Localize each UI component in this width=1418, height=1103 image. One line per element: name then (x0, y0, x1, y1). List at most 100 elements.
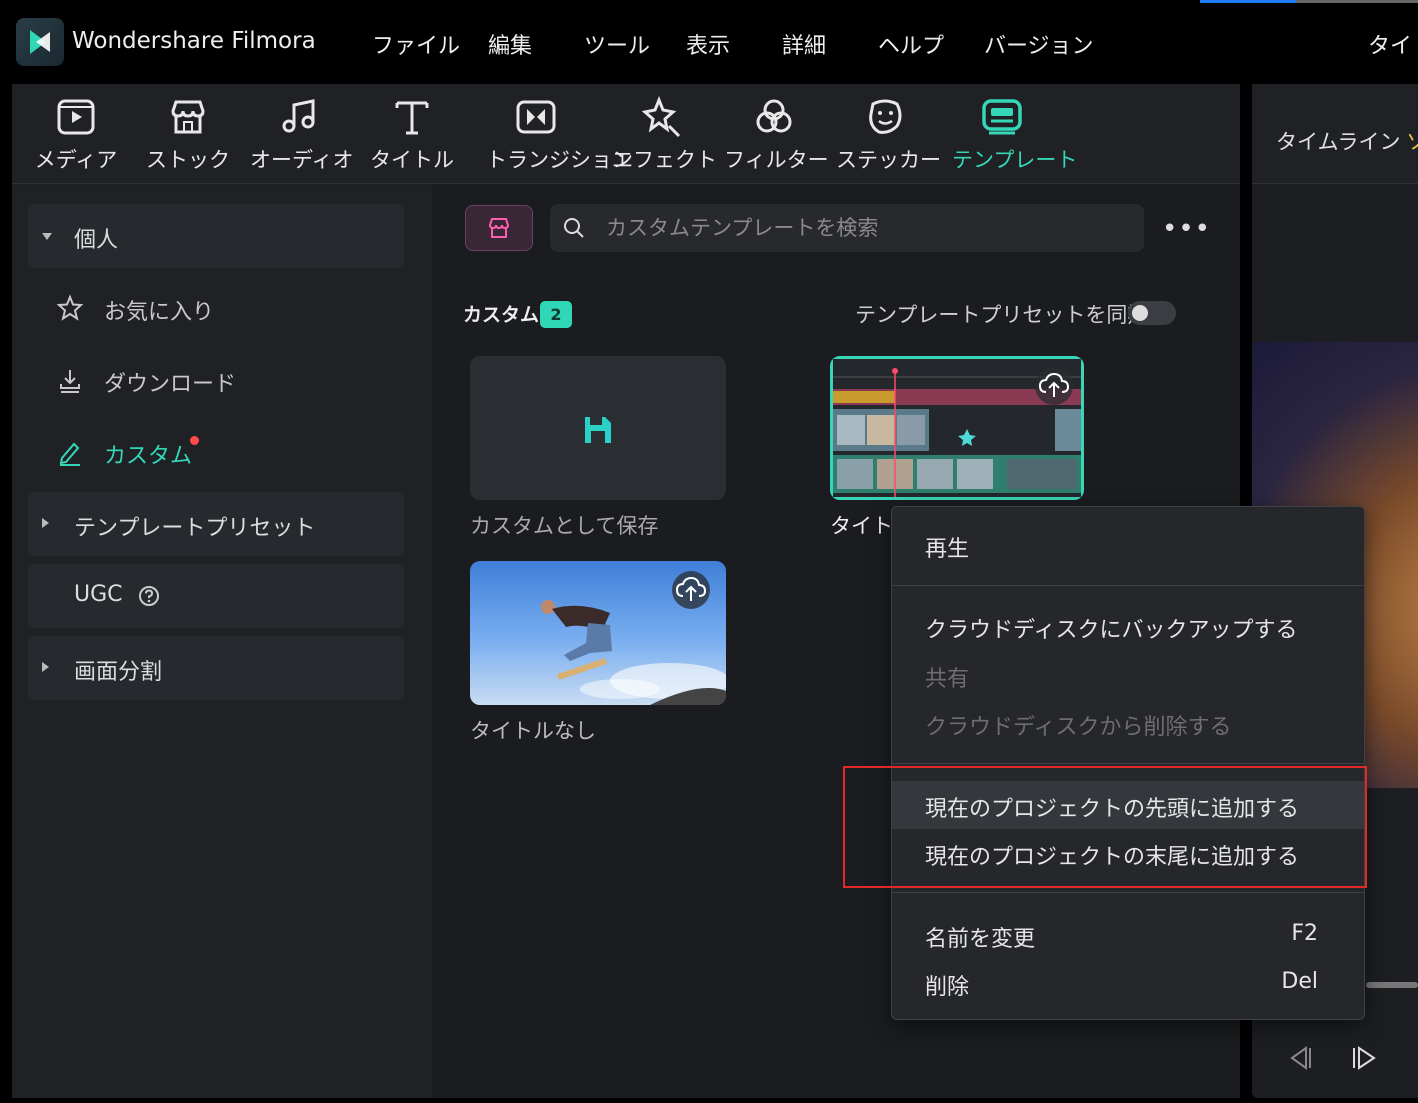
sidebar-section-label: 個人 (74, 228, 119, 253)
menu-item-label: 共有 (925, 667, 970, 692)
search-input[interactable] (606, 212, 1126, 244)
store-icon (488, 218, 510, 238)
menu-item-rename[interactable]: 名前を変更 F2 (892, 911, 1364, 959)
sidebar-section-ugc[interactable]: UGC (28, 564, 404, 628)
toolbar-stock-label: ストック (146, 148, 230, 172)
sidebar-section-personal[interactable]: 個人 (28, 204, 404, 268)
tab-timeline[interactable]: タイムライン (1276, 126, 1401, 156)
progress-scrubber[interactable] (1366, 982, 1418, 988)
save-icon (585, 417, 611, 443)
template-card-untitled[interactable] (470, 561, 726, 705)
menu-separator (892, 763, 1364, 764)
menu-item-label: 再生 (925, 537, 970, 562)
toolbar-template[interactable]: テンプレート (952, 96, 1078, 180)
menu-item-label: クラウドディスクにバックアップする (925, 618, 1298, 643)
toolbar-title[interactable]: タイトル (362, 96, 462, 180)
sidebar-section-split-screen[interactable]: 画面分割 (28, 636, 404, 700)
shortcut-label: F2 (1291, 921, 1318, 946)
toolbar-filter[interactable]: フィルター (724, 96, 829, 180)
menu-item-share: 共有 (892, 651, 1364, 699)
play-icon[interactable] (1348, 1042, 1380, 1074)
toolbar-sticker[interactable]: ステッカー (836, 96, 941, 180)
filmora-logo-icon (16, 18, 64, 66)
card-label: タイトルなし (470, 719, 596, 743)
prev-frame-icon[interactable] (1284, 1042, 1316, 1074)
toolbar-sticker-label: ステッカー (836, 148, 941, 172)
download-icon (60, 370, 80, 393)
toolbar-title-label: タイトル (370, 148, 454, 172)
star-icon (56, 294, 84, 321)
template-card-selected[interactable] (830, 356, 1084, 500)
menu-item-delete-cloud: クラウドディスクから削除する (892, 699, 1364, 747)
menu-tools[interactable]: ツール (584, 28, 650, 60)
sticker-icon (869, 99, 902, 134)
menu-separator (892, 585, 1364, 586)
menu-file[interactable]: ファイル (372, 28, 460, 60)
pencil-icon (59, 442, 80, 466)
tab-cut[interactable]: ソ (1406, 126, 1418, 156)
menu-item-label: 削除 (925, 975, 970, 1000)
toolbar-audio[interactable]: オーディオ (250, 96, 354, 180)
stock-icon (171, 100, 205, 134)
toggle-knob (1132, 305, 1148, 321)
card-label: カスタムとして保存 (470, 514, 659, 538)
audio-icon (282, 99, 315, 133)
toolbar-transition-label: トランジション (486, 148, 633, 172)
media-icon (57, 99, 95, 135)
app-name: Wondershare Filmora (72, 28, 316, 54)
context-menu: 再生 クラウドディスクにバックアップする 共有 クラウドディスクから削除する 現… (891, 506, 1365, 1020)
title-cut-text: タイト (1368, 34, 1418, 59)
menu-item-label: 名前を変更 (925, 927, 1036, 952)
top-accent-line-gray (1296, 0, 1418, 3)
sidebar-section-label: 画面分割 (74, 660, 163, 685)
menu-item-play[interactable]: 再生 (892, 521, 1364, 569)
sidebar-section-label: テンプレートプリセット (74, 516, 316, 541)
sidebar-item-label: カスタム (104, 444, 193, 469)
toolbar-filter-label: フィルター (724, 148, 829, 172)
menu-version[interactable]: バージョン (984, 28, 1094, 60)
caret-down-icon (42, 233, 52, 240)
menu-advanced[interactable]: 詳細 (782, 28, 826, 60)
sync-preset-label: テンプレートプリセットを同期 (855, 303, 1149, 327)
menu-item-backup[interactable]: クラウドディスクにバックアップする (892, 602, 1364, 650)
menu-view[interactable]: 表示 (686, 28, 730, 60)
menu-item-delete[interactable]: 削除 Del (892, 959, 1364, 1007)
toolbar-effect-label: エフェクト (612, 148, 717, 172)
sidebar-item-label: ダウンロード (104, 372, 237, 397)
top-accent-line (1200, 0, 1296, 3)
menu-help[interactable]: ヘルプ (878, 28, 944, 60)
shortcut-label: Del (1281, 969, 1318, 994)
cloud-upload-icon[interactable] (672, 571, 710, 609)
search-icon (564, 218, 584, 238)
caret-right-icon (42, 662, 49, 672)
menu-item-label: クラウドディスクから削除する (925, 715, 1232, 740)
template-search-bar[interactable] (550, 204, 1144, 252)
template-store-button[interactable] (465, 205, 533, 251)
help-icon[interactable] (138, 585, 160, 607)
toolbar-media-label: メディア (34, 148, 118, 172)
toolbar-media[interactable]: メディア (26, 96, 126, 180)
notification-dot (190, 436, 199, 445)
cloud-upload-icon[interactable] (1035, 367, 1073, 405)
toolbar-effect[interactable]: エフェクト (612, 96, 717, 180)
menu-separator (892, 892, 1364, 893)
sync-preset-toggle[interactable] (1128, 301, 1176, 325)
sidebar-section-label: UGC (74, 582, 123, 607)
save-as-custom-card[interactable] (470, 356, 726, 500)
custom-count-badge: 2 (540, 301, 572, 328)
toolbar-transition[interactable]: トランジション (486, 96, 633, 180)
toolbar-template-label: テンプレート (952, 148, 1078, 172)
filter-icon (756, 99, 792, 133)
caret-right-icon (42, 518, 49, 528)
custom-section-title: カスタム (463, 304, 540, 326)
toolbar-audio-label: オーディオ (250, 148, 354, 172)
transition-icon (516, 100, 556, 134)
effect-icon (641, 96, 681, 138)
title-icon (395, 101, 429, 135)
menu-edit[interactable]: 編集 (488, 28, 532, 60)
more-options-icon[interactable]: ••• (1162, 214, 1210, 244)
sidebar-item-label: お気に入り (104, 300, 215, 325)
template-icon (982, 99, 1022, 135)
toolbar-stock[interactable]: ストック (138, 96, 238, 180)
sidebar-section-template-preset[interactable]: テンプレートプリセット (28, 492, 404, 556)
